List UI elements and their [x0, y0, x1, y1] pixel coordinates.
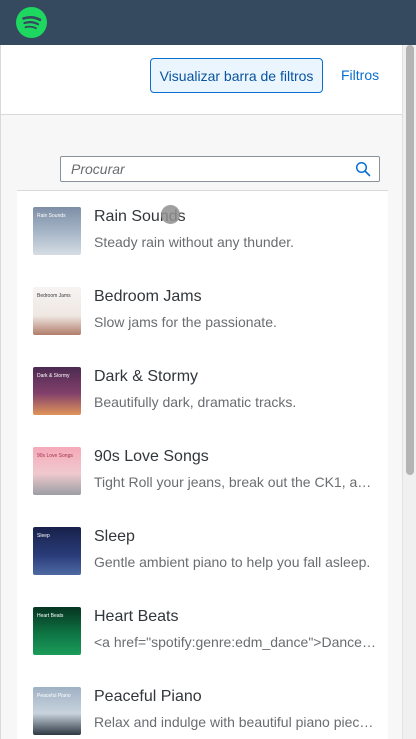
- cover-label: Peaceful Piano: [37, 693, 71, 699]
- list-item[interactable]: 90s Love Songs 90s Love Songs Tight Roll…: [17, 431, 388, 511]
- playlist-description: Beautifully dark, dramatic tracks.: [94, 394, 297, 410]
- cover-label: Rain Sounds: [37, 213, 66, 219]
- cover-label: Heart Beats: [37, 613, 64, 619]
- scrollbar[interactable]: [402, 45, 416, 739]
- playlist-cover: Bedroom Jams: [33, 287, 81, 335]
- cover-label: Sleep: [37, 533, 50, 539]
- playlist-cover: Dark & Stormy: [33, 367, 81, 415]
- playlist-title: Bedroom Jams: [94, 288, 202, 305]
- playlist-title: Sleep: [94, 528, 135, 545]
- search-icon[interactable]: [355, 161, 371, 177]
- playlist-description: Gentle ambient piano to help you fall as…: [94, 554, 371, 570]
- playlist-description: Steady rain without any thunder.: [94, 234, 295, 250]
- cover-label: Bedroom Jams: [37, 293, 71, 299]
- playlist-title: Heart Beats: [94, 608, 179, 625]
- playlist-list: Rain Sounds Rain Sounds Steady rain with…: [17, 190, 388, 739]
- show-filter-bar-button[interactable]: Visualizar barra de filtros: [150, 58, 323, 93]
- page-content: Visualizar barra de filtros Filtros Rain…: [0, 45, 402, 739]
- list-item[interactable]: Bedroom Jams Bedroom Jams Slow jams for …: [17, 271, 388, 351]
- search-input[interactable]: [61, 157, 349, 181]
- shell-bar: [0, 0, 416, 45]
- playlist-cover: Rain Sounds: [33, 207, 81, 255]
- list-item[interactable]: Dark & Stormy Dark & Stormy Beautifully …: [17, 351, 388, 431]
- playlist-description: Relax and indulge with beautiful piano p…: [94, 714, 378, 730]
- playlist-title: Rain Sounds: [94, 208, 186, 225]
- list-item[interactable]: Peaceful Piano Peaceful Piano Relax and …: [17, 671, 388, 739]
- page-header: Visualizar barra de filtros Filtros: [1, 45, 402, 115]
- playlist-cover: Peaceful Piano: [33, 687, 81, 735]
- playlist-title: Peaceful Piano: [94, 688, 202, 705]
- playlist-description: Tight Roll your jeans, break out the CK1…: [94, 474, 378, 490]
- spotify-logo-icon[interactable]: [16, 7, 47, 38]
- playlist-description: Slow jams for the passionate.: [94, 314, 277, 330]
- playlist-cover: Sleep: [33, 527, 81, 575]
- scrollbar-thumb[interactable]: [406, 45, 414, 475]
- list-item[interactable]: Rain Sounds Rain Sounds Steady rain with…: [17, 191, 388, 271]
- playlist-title: Dark & Stormy: [94, 368, 199, 385]
- cover-label: Dark & Stormy: [37, 373, 70, 379]
- list-item[interactable]: Heart Beats Heart Beats <a href="spotify…: [17, 591, 388, 671]
- list-item[interactable]: Sleep Sleep Gentle ambient piano to help…: [17, 511, 388, 591]
- filters-link[interactable]: Filtros: [341, 67, 379, 83]
- playlist-title: 90s Love Songs: [94, 448, 209, 465]
- playlist-cover: Heart Beats: [33, 607, 81, 655]
- search-field[interactable]: [60, 156, 380, 182]
- playlist-description: <a href="spotify:genre:edm_dance">Dance …: [94, 634, 378, 650]
- playlist-cover: 90s Love Songs: [33, 447, 81, 495]
- cover-label: 90s Love Songs: [37, 453, 73, 459]
